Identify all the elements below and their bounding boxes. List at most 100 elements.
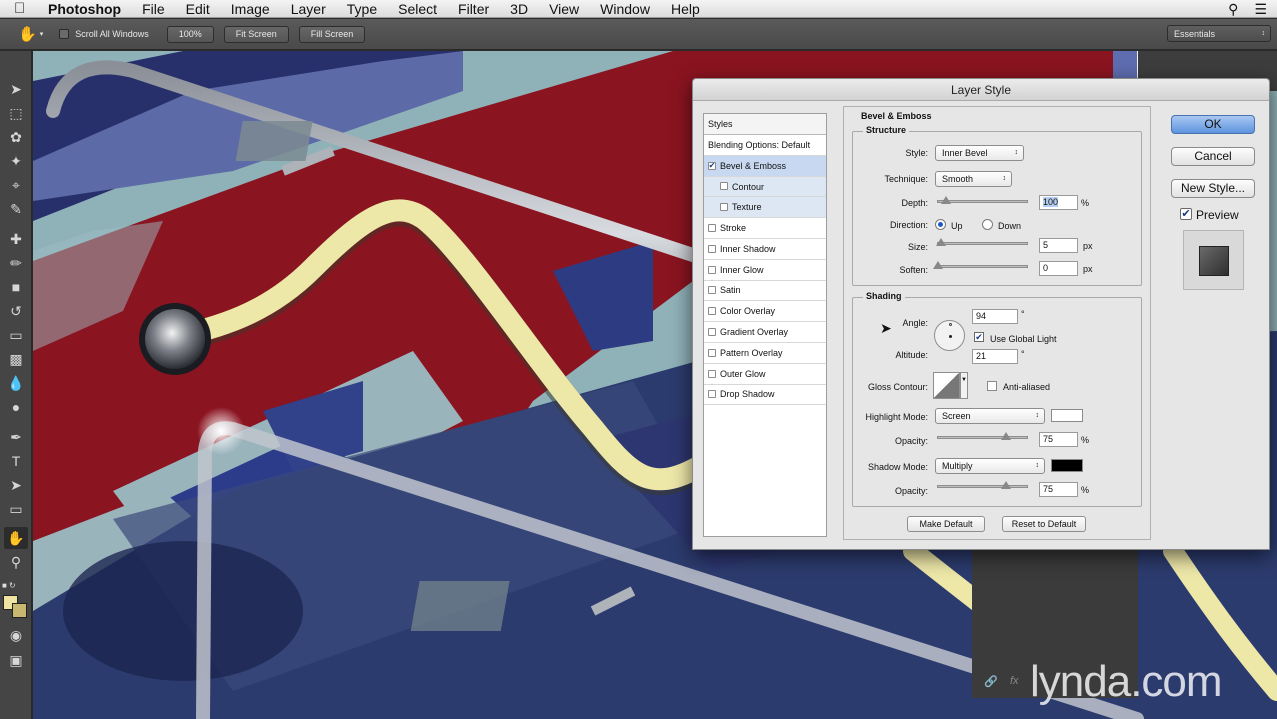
type-tool-icon[interactable]: T: [4, 450, 28, 472]
fill-screen-button[interactable]: Fill Screen: [298, 25, 366, 43]
style-row-drop-shadow[interactable]: Drop Shadow: [704, 385, 826, 406]
menu-window[interactable]: Window: [600, 1, 650, 17]
brush-tool-icon[interactable]: ✏: [4, 252, 28, 274]
crop-tool-icon[interactable]: ⌖: [4, 174, 28, 196]
soften-slider-thumb[interactable]: [933, 261, 943, 269]
drop-shadow-checkbox[interactable]: [708, 390, 716, 399]
highlight-opacity-slider[interactable]: [937, 432, 1028, 440]
direction-up-radio[interactable]: [935, 219, 946, 230]
menu-filter[interactable]: Filter: [458, 1, 489, 17]
texture-checkbox[interactable]: [720, 203, 728, 212]
color-overlay-checkbox[interactable]: [708, 307, 716, 316]
style-row-stroke[interactable]: Stroke: [704, 218, 826, 239]
style-row-color-overlay[interactable]: Color Overlay: [704, 301, 826, 323]
highlight-opacity-input[interactable]: 75: [1039, 432, 1078, 447]
altitude-input[interactable]: 21: [972, 349, 1018, 364]
pen-tool-icon[interactable]: ✒: [4, 426, 28, 448]
menu-layer[interactable]: Layer: [291, 1, 326, 17]
move-tool-icon[interactable]: ➤: [4, 78, 28, 100]
cancel-button[interactable]: Cancel: [1171, 147, 1255, 166]
highlight-color-swatch[interactable]: [1051, 409, 1083, 422]
style-row-blending-options[interactable]: Blending Options: Default: [704, 135, 826, 156]
gradient-overlay-checkbox[interactable]: [708, 328, 716, 337]
menu-file[interactable]: File: [142, 1, 165, 17]
layer-effects-icon[interactable]: fx: [1010, 675, 1019, 687]
shadow-opacity-input[interactable]: 75: [1039, 482, 1078, 497]
gradient-tool-icon[interactable]: ▩: [4, 348, 28, 370]
menu-view[interactable]: View: [549, 1, 579, 17]
size-slider-thumb[interactable]: [936, 238, 946, 246]
eraser-tool-icon[interactable]: ▭: [4, 324, 28, 346]
style-row-gradient-overlay[interactable]: Gradient Overlay: [704, 322, 826, 343]
angle-input[interactable]: 94: [972, 309, 1018, 324]
style-row-bevel-emboss[interactable]: ✔ Bevel & Emboss: [704, 155, 826, 177]
stamp-tool-icon[interactable]: ■: [4, 276, 28, 298]
eyedropper-tool-icon[interactable]: ✎: [4, 198, 28, 220]
link-layers-icon[interactable]: 🔗: [984, 675, 998, 688]
stroke-checkbox[interactable]: [708, 224, 716, 233]
style-row-contour[interactable]: Contour: [704, 176, 826, 198]
highlight-mode-select[interactable]: Screen ↕: [935, 408, 1045, 424]
hand-tool-icon[interactable]: ✋: [18, 25, 37, 43]
healing-brush-tool-icon[interactable]: ✚: [4, 228, 28, 250]
style-row-inner-glow[interactable]: Inner Glow: [704, 260, 826, 281]
blur-tool-icon[interactable]: 💧: [4, 372, 28, 394]
hand-tool-icon-selected[interactable]: ✋: [4, 527, 28, 549]
tool-preset-chevron-icon[interactable]: ▾: [40, 30, 44, 38]
menu-select[interactable]: Select: [398, 1, 437, 17]
ok-button[interactable]: OK: [1171, 115, 1255, 134]
size-slider[interactable]: [936, 238, 1028, 246]
use-global-light-checkbox[interactable]: ✔: [974, 332, 984, 342]
preview-checkbox[interactable]: ✔: [1180, 208, 1192, 220]
bevel-emboss-checkbox[interactable]: ✔: [708, 161, 716, 170]
menu-image[interactable]: Image: [231, 1, 270, 17]
menu-edit[interactable]: Edit: [186, 1, 210, 17]
depth-slider[interactable]: [937, 196, 1028, 204]
path-selection-tool-icon[interactable]: ➤: [4, 474, 28, 496]
size-input[interactable]: 5: [1039, 238, 1078, 253]
style-row-pattern-overlay[interactable]: Pattern Overlay: [704, 343, 826, 364]
style-row-satin[interactable]: Satin: [704, 281, 826, 302]
anti-aliased-checkbox[interactable]: [987, 381, 997, 391]
gloss-contour-chevron-icon[interactable]: ▼: [960, 372, 968, 399]
shadow-color-swatch[interactable]: [1051, 459, 1083, 472]
highlight-opacity-thumb[interactable]: [1001, 432, 1011, 440]
shadow-opacity-thumb[interactable]: [1001, 481, 1011, 489]
technique-select[interactable]: Smooth ↕: [935, 171, 1012, 187]
inner-shadow-checkbox[interactable]: [708, 244, 716, 253]
history-brush-tool-icon[interactable]: ↺: [4, 300, 28, 322]
style-row-inner-shadow[interactable]: Inner Shadow: [704, 239, 826, 260]
shape-tool-icon[interactable]: ▭: [4, 498, 28, 520]
styles-header[interactable]: Styles: [704, 114, 826, 135]
default-colors-icon[interactable]: ■ ↻: [2, 581, 30, 595]
inner-glow-checkbox[interactable]: [708, 265, 716, 274]
outer-glow-checkbox[interactable]: [708, 369, 716, 378]
menu-help[interactable]: Help: [671, 1, 700, 17]
depth-slider-thumb[interactable]: [941, 196, 951, 204]
depth-input[interactable]: 100: [1039, 195, 1078, 210]
style-row-texture[interactable]: Texture: [704, 197, 826, 219]
marquee-tool-icon[interactable]: ⬚: [4, 102, 28, 124]
background-color-swatch[interactable]: [12, 603, 27, 618]
dodge-tool-icon[interactable]: ●: [4, 396, 28, 418]
angle-wheel[interactable]: [934, 320, 965, 351]
workspace-switcher[interactable]: Essentials ↕: [1167, 25, 1271, 42]
zoom-100-button[interactable]: 100%: [166, 25, 214, 43]
gloss-contour-preview[interactable]: [933, 372, 960, 399]
direction-down-radio[interactable]: [982, 219, 993, 230]
shadow-opacity-slider[interactable]: [937, 481, 1028, 489]
new-style-button[interactable]: New Style...: [1171, 179, 1255, 198]
screen-mode-icon[interactable]: ▣: [4, 649, 28, 671]
shadow-mode-select[interactable]: Multiply ↕: [935, 458, 1045, 474]
menu-3d[interactable]: 3D: [510, 1, 528, 17]
contour-checkbox[interactable]: [720, 182, 728, 191]
make-default-button[interactable]: Make Default: [907, 516, 985, 532]
fit-screen-button[interactable]: Fit Screen: [223, 25, 289, 43]
menu-type[interactable]: Type: [347, 1, 377, 17]
style-row-outer-glow[interactable]: Outer Glow: [704, 364, 826, 385]
lasso-tool-icon[interactable]: ✿: [4, 126, 28, 148]
satin-checkbox[interactable]: [708, 286, 716, 295]
apple-icon[interactable]: : [14, 0, 34, 17]
app-menu[interactable]: Photoshop: [48, 1, 121, 17]
reset-to-default-button[interactable]: Reset to Default: [1002, 516, 1086, 532]
